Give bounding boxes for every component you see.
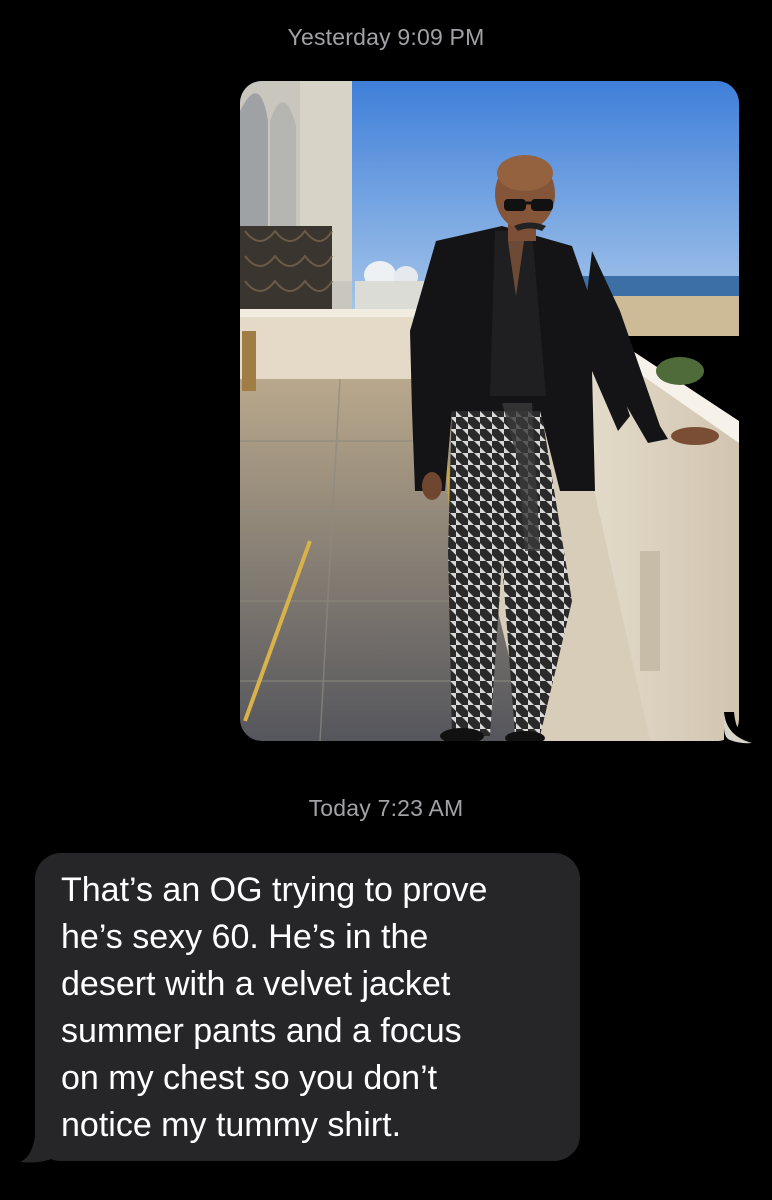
photo-bubble-tail xyxy=(724,712,754,744)
message-text: That’s an OG trying to prove he’s sexy 6… xyxy=(61,871,488,1144)
incoming-message-bubble[interactable]: That’s an OG trying to prove he’s sexy 6… xyxy=(35,853,580,1161)
timestamp-today: Today 7:23 AM xyxy=(308,795,464,821)
photo-image xyxy=(240,81,739,741)
photo-message[interactable] xyxy=(240,81,739,741)
timestamp-yesterday: Yesterday 9:09 PM xyxy=(287,24,485,50)
